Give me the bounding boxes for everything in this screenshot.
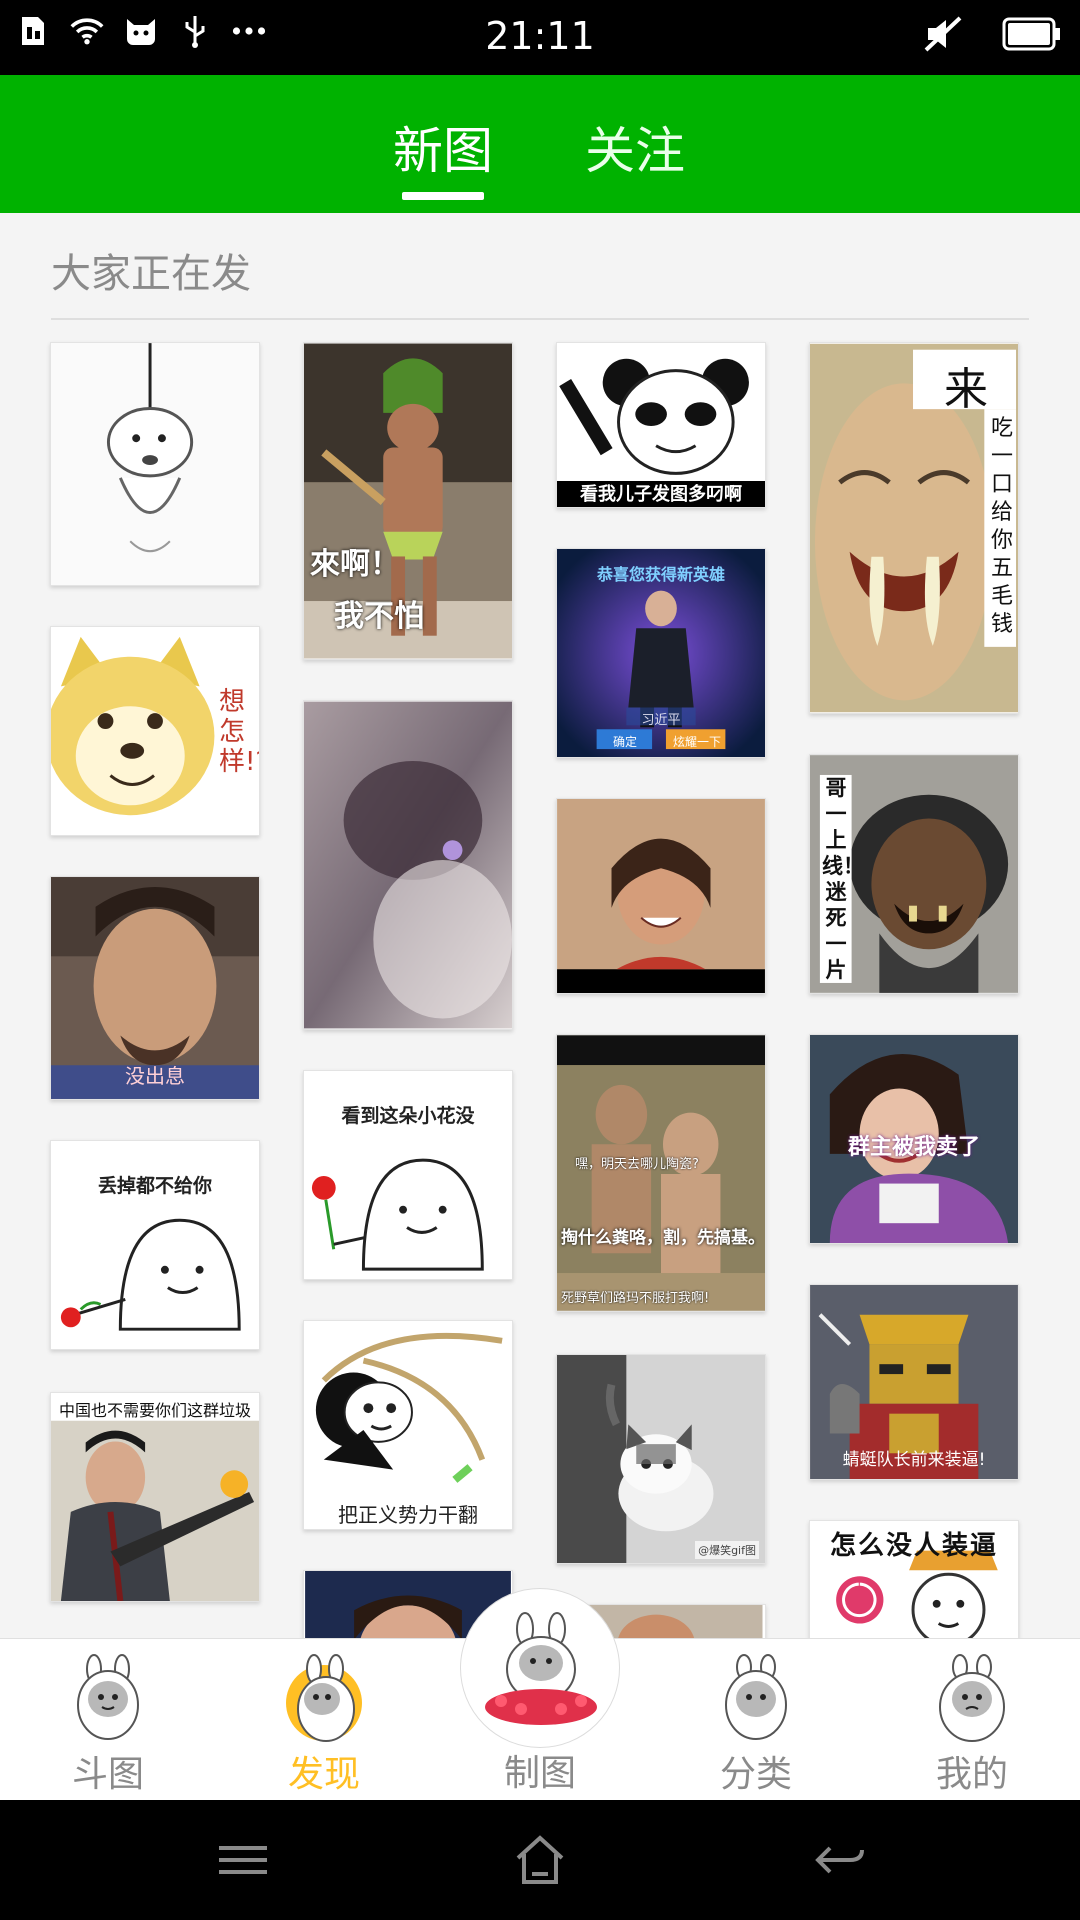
status-bar: 21:11 xyxy=(0,0,1080,75)
nav-item-discover[interactable]: 发现 xyxy=(216,1639,432,1801)
toothless-man-caption: 哥一上线！迷死一片 xyxy=(822,776,864,982)
bunny-face-icon xyxy=(77,1654,139,1740)
meme-card-panda-bow[interactable]: 把正义势力干翻 xyxy=(303,1320,513,1530)
new-hero-header: 恭喜您获得新英雄 xyxy=(596,565,725,584)
battery-icon xyxy=(1002,17,1062,55)
meme-card-fang-kid[interactable]: 来 吃一口给你五毛钱 xyxy=(809,342,1019,714)
panda-son-caption: 看我儿子发图多叼啊 xyxy=(557,481,765,507)
meme-card-leader-gun[interactable]: 中国也不需要你们这群垃圾 xyxy=(50,1392,260,1602)
smirk-man-caption: 没出息 xyxy=(125,1064,185,1088)
nav-item-doutu[interactable]: 斗图 xyxy=(0,1639,216,1801)
nav-item-mine[interactable]: 我的 xyxy=(864,1639,1080,1801)
meme-card-smirk-man[interactable]: 没出息 xyxy=(50,876,260,1100)
throw-away-caption: 丢掉都不给你 xyxy=(97,1175,212,1197)
meme-card-blurry-photo[interactable] xyxy=(303,700,513,1030)
system-nav-bar xyxy=(0,1800,1080,1920)
leader-gun-image xyxy=(51,1393,259,1601)
kitten-watermark: @爆笑gif图 xyxy=(695,1541,759,1559)
blurry-photo-image xyxy=(304,701,512,1029)
nav-label-discover: 发现 xyxy=(287,1754,360,1795)
tab-following[interactable]: 关注 xyxy=(585,111,685,183)
bunny-category-icon xyxy=(725,1654,787,1740)
meme-card-dragonfly-captain[interactable]: 蜻蜓队长前来装逼! xyxy=(809,1284,1019,1480)
meme-card-twins[interactable]: 嘿，明天去哪儿陶瓷? 掏什么粪咯，割，先搞基。 死野草们路玛不服打我啊! xyxy=(556,1034,766,1312)
twins-image xyxy=(557,1035,765,1311)
hanging-doodle-image xyxy=(51,343,259,585)
meme-card-sold-admin[interactable]: 群主被我卖了 xyxy=(809,1034,1019,1244)
tab-new-images[interactable]: 新图 xyxy=(393,111,493,183)
leader-gun-caption: 中国也不需要你们这群垃圾 xyxy=(58,1401,251,1420)
meme-card-see-flower[interactable]: 看到这朵小花没 xyxy=(303,1070,513,1280)
panda-bow-image xyxy=(304,1321,512,1529)
meme-card-panda-son[interactable]: 看我儿子发图多叼啊 xyxy=(556,342,766,508)
smiling-woman-image xyxy=(557,799,765,993)
top-tab-bar: 新图 关注 xyxy=(0,75,1080,213)
nav-label-mine: 我的 xyxy=(935,1754,1008,1795)
image-feed[interactable]: 想怎样!? 没出息 丢掉都不给你 xyxy=(0,320,1080,1638)
kitten-image xyxy=(557,1355,765,1563)
create-button[interactable] xyxy=(460,1588,620,1748)
doge-caption: 想怎样!? xyxy=(219,687,259,777)
no-one-posing-caption: 怎么没人装逼 xyxy=(829,1531,998,1561)
melon-kid-caption-2: 我不怕 xyxy=(334,599,424,634)
menu-icon[interactable] xyxy=(213,1830,273,1890)
back-icon[interactable] xyxy=(810,1830,870,1890)
meme-card-throw-away[interactable]: 丢掉都不给你 xyxy=(50,1140,260,1350)
meme-card-hanging-doodle[interactable] xyxy=(50,342,260,586)
fang-kid-big-caption: 来 xyxy=(944,364,988,415)
meme-card-kitten[interactable]: @爆笑gif图 xyxy=(556,1354,766,1564)
bunny-create-icon xyxy=(485,1612,597,1725)
melon-kid-caption-1: 來啊！ xyxy=(310,547,400,582)
twins-caption-1: 嘿，明天去哪儿陶瓷? xyxy=(575,1157,699,1172)
status-time: 21:11 xyxy=(485,14,595,58)
meme-card-new-hero[interactable]: 恭喜您获得新英雄 习近平 确定 炫耀一下 xyxy=(556,548,766,758)
sold-admin-caption: 群主被我卖了 xyxy=(847,1135,980,1160)
twins-caption-3: 死野草们路玛不服打我啊! xyxy=(561,1291,710,1306)
bunny-profile-icon xyxy=(939,1654,1005,1742)
new-hero-showoff: 炫耀一下 xyxy=(672,735,721,749)
bunny-discover-icon xyxy=(286,1654,362,1742)
section-title: 大家正在发 xyxy=(51,251,251,297)
see-flower-caption: 看到这朵小花没 xyxy=(341,1105,475,1127)
nav-label-create: 制图 xyxy=(503,1753,576,1794)
mute-icon xyxy=(924,16,962,56)
status-icons-right xyxy=(924,16,1062,56)
twins-caption-2: 掏什么粪咯，割，先搞基。 xyxy=(561,1228,765,1248)
fang-kid-side-caption: 吃一口给你五毛钱 xyxy=(990,416,1013,637)
new-hero-confirm: 确定 xyxy=(612,735,637,749)
meme-card-smiling-woman[interactable] xyxy=(556,798,766,994)
meme-card-no-one-posing[interactable]: 怎么没人装逼 xyxy=(809,1520,1019,1638)
nav-item-category[interactable]: 分类 xyxy=(648,1639,864,1801)
home-icon[interactable] xyxy=(510,1830,570,1890)
meme-card-melon-kid[interactable]: 來啊！ 我不怕 xyxy=(303,342,513,660)
meme-card-toothless-man[interactable]: 哥一上线！迷死一片 xyxy=(809,754,1019,994)
active-tab-indicator xyxy=(402,192,484,200)
meme-card-doge[interactable]: 想怎样!? xyxy=(50,626,260,836)
panda-bow-caption: 把正义势力干翻 xyxy=(338,1503,478,1527)
new-hero-name: 习近平 xyxy=(641,713,681,728)
nav-label-doutu: 斗图 xyxy=(71,1754,144,1795)
dragonfly-captain-caption: 蜻蜓队长前来装逼! xyxy=(842,1450,986,1470)
nav-label-category: 分类 xyxy=(719,1754,792,1795)
